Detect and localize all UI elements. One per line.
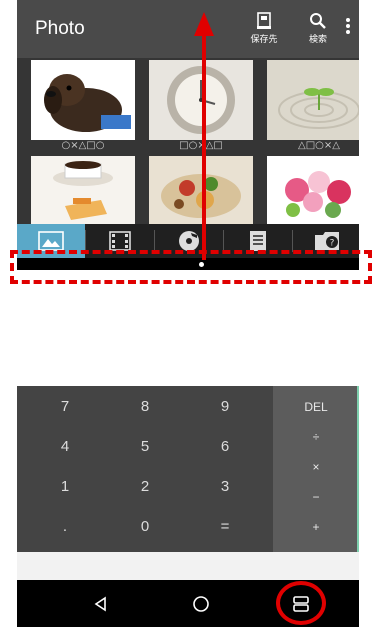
key-4[interactable]: 4 [25, 438, 105, 455]
operator-keys: DEL ÷ × − + [273, 386, 359, 552]
calculator-pad: 7 8 9 4 5 6 1 2 3 . 0 = DEL ÷ × − + [17, 386, 359, 552]
search-button[interactable]: 検索 [297, 12, 339, 52]
key-7[interactable]: 7 [25, 398, 105, 415]
thumbnail-dog[interactable] [31, 60, 135, 140]
home-button[interactable] [181, 588, 221, 620]
more-vert-icon[interactable] [343, 16, 353, 40]
key-plus[interactable]: + [273, 520, 359, 534]
key-minus[interactable]: − [273, 490, 359, 504]
save-location-button[interactable]: 保存先 [243, 12, 285, 52]
calculator-app: 7 8 9 4 5 6 1 2 3 . 0 = DEL ÷ × − + [17, 270, 359, 580]
photo-icon [38, 231, 64, 251]
key-5[interactable]: 5 [105, 438, 185, 455]
key-equals[interactable]: = [185, 518, 265, 535]
advanced-panel-edge[interactable] [357, 386, 359, 552]
key-1[interactable]: 1 [25, 478, 105, 495]
key-8[interactable]: 8 [105, 398, 185, 415]
calculator-footer [17, 552, 359, 580]
app-bar: Photo 保存先 検索 [17, 0, 359, 58]
back-button[interactable] [81, 588, 121, 620]
key-divide[interactable]: ÷ [273, 430, 359, 444]
svg-text:?: ? [330, 239, 335, 249]
search-icon [310, 13, 326, 29]
photo-app: Photo 保存先 検索 ○×△□○ □○×△□ △□○×△ ? [17, 0, 359, 268]
coffee-image [31, 156, 135, 224]
thumbnail-flowers[interactable] [267, 156, 359, 224]
thumbnail-caption: ○×△□○ [61, 140, 105, 151]
sprout-image [267, 60, 359, 140]
multi-window-highlight-annotation [276, 581, 326, 625]
thumbnail-sprout[interactable] [267, 60, 359, 140]
back-icon [94, 596, 106, 612]
thumbnail-coffee[interactable] [31, 156, 135, 224]
key-9[interactable]: 9 [185, 398, 265, 415]
key-multiply[interactable]: × [273, 460, 359, 474]
unknown-folder-icon: ? [315, 232, 339, 250]
key-2[interactable]: 2 [105, 478, 185, 495]
number-keys: 7 8 9 4 5 6 1 2 3 . 0 = [17, 386, 273, 552]
key-0[interactable]: 0 [105, 518, 185, 535]
phone-screen: Photo 保存先 検索 ○×△□○ □○×△□ △□○×△ ? 7 8 9 4… [17, 0, 359, 627]
flowers-image [267, 156, 359, 224]
key-delete[interactable]: DEL [273, 400, 359, 414]
key-6[interactable]: 6 [185, 438, 265, 455]
thumbnail-caption: △□○×△ [298, 140, 340, 151]
home-icon [193, 596, 209, 612]
save-location-icon [257, 12, 271, 29]
key-decimal[interactable]: . [25, 518, 105, 535]
film-icon [109, 231, 131, 251]
thumbnail-grid: ○×△□○ □○×△□ △□○×△ [17, 58, 359, 224]
calculator-display[interactable] [17, 270, 359, 386]
document-icon [250, 231, 266, 251]
app-title: Photo [35, 18, 85, 39]
key-3[interactable]: 3 [185, 478, 265, 495]
save-location-label: 保存先 [250, 35, 278, 45]
drag-up-arrow-annotation [194, 12, 214, 260]
divider-highlight-annotation [10, 250, 372, 284]
dog-image [31, 60, 135, 140]
search-label: 検索 [308, 35, 327, 45]
